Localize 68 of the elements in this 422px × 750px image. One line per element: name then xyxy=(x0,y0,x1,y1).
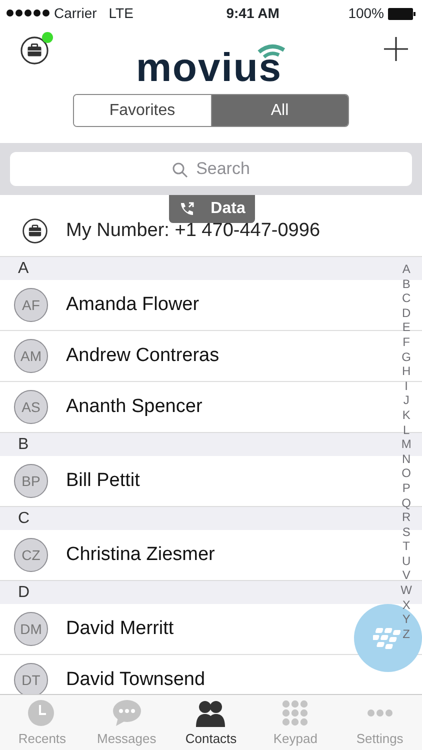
contact-name: Christina Ziesmer xyxy=(66,542,215,567)
people-icon xyxy=(196,699,226,727)
index-letter[interactable]: G xyxy=(400,350,412,364)
contact-row[interactable]: AS Ananth Spencer xyxy=(0,382,352,432)
logo-icon xyxy=(373,626,403,650)
index-letter[interactable]: I xyxy=(400,378,412,394)
avatar-initials: DM xyxy=(14,612,48,646)
avatar-initials: AF xyxy=(14,288,48,322)
contact-name: Bill Pettit xyxy=(66,468,140,493)
contact-row[interactable]: BP Bill Pettit xyxy=(0,456,352,506)
index-letter[interactable]: C xyxy=(400,291,412,306)
segment-tab[interactable]: All xyxy=(210,95,348,126)
briefcase-icon xyxy=(22,217,48,243)
battery-text: 100% xyxy=(348,4,384,22)
search-field[interactable]: Search xyxy=(10,152,412,186)
tab-bar-item[interactable]: Messages xyxy=(84,695,169,750)
index-letter[interactable]: H xyxy=(400,364,412,379)
index-letter[interactable]: J xyxy=(400,393,412,408)
tab-bar-item[interactable]: Keypad xyxy=(253,695,338,750)
index-letter[interactable]: A xyxy=(400,262,412,277)
avatar-initials: CZ xyxy=(14,538,48,572)
keypad-icon xyxy=(280,699,310,727)
avatar-initials: AS xyxy=(14,390,48,424)
add-button[interactable] xyxy=(383,36,409,62)
index-letter[interactable]: O xyxy=(400,466,412,481)
tab-bar-item[interactable]: Contacts xyxy=(168,695,254,750)
index-letter[interactable]: W xyxy=(400,583,412,598)
dots-icon xyxy=(364,709,395,717)
index-letter[interactable]: B xyxy=(400,276,412,292)
contact-row[interactable]: CZ Christina Ziesmer xyxy=(0,530,352,580)
contact-name: Ananth Spencer xyxy=(66,394,202,419)
index-letter[interactable]: U xyxy=(400,554,412,568)
carrier-text: Carrier xyxy=(54,4,97,22)
signal-icon xyxy=(6,9,50,17)
chat-bubble-icon xyxy=(112,699,142,727)
index-letter[interactable]: Y xyxy=(400,612,412,627)
avatar-initials: DT xyxy=(14,663,48,694)
index-letter[interactable]: Q xyxy=(400,496,412,510)
index-letter[interactable]: P xyxy=(400,480,412,496)
tab-bar-item[interactable]: Settings xyxy=(338,695,422,750)
contact-name: Andrew Contreras xyxy=(66,344,220,368)
index-letter[interactable]: Z xyxy=(400,626,412,642)
data-badge: Data xyxy=(169,195,255,223)
index-letter[interactable]: T xyxy=(400,539,412,554)
index-letter[interactable]: M xyxy=(400,437,412,452)
contact-row[interactable]: AM Andrew Contreras xyxy=(0,331,352,381)
index-letter[interactable]: E xyxy=(400,320,412,335)
tab-bar-item[interactable]: Recents xyxy=(0,695,84,750)
logo: movius xyxy=(136,40,286,88)
index-letter[interactable]: X xyxy=(400,598,412,612)
contact-name: Amanda Flower xyxy=(66,292,200,317)
index-letter[interactable]: S xyxy=(400,524,412,540)
time-text: 9:41 AM xyxy=(226,4,280,22)
index-letter[interactable]: R xyxy=(400,510,412,525)
contact-name: David Merritt xyxy=(66,616,174,641)
index-letter[interactable]: K xyxy=(400,408,412,423)
avatar-initials: AM xyxy=(14,339,48,373)
phone-icon xyxy=(178,201,195,217)
contact-name: David Townsend xyxy=(66,668,206,692)
index-letter[interactable]: L xyxy=(400,422,412,438)
index-letter[interactable]: D xyxy=(400,306,412,320)
index-letter[interactable]: F xyxy=(400,334,412,350)
index-letter[interactable]: V xyxy=(400,568,412,584)
index-letter[interactable]: N xyxy=(400,452,412,466)
network-text: LTE xyxy=(108,4,134,22)
contact-row[interactable]: DM David Merritt xyxy=(0,604,352,654)
avatar-initials: BP xyxy=(14,464,48,498)
contact-row[interactable]: AF Amanda Flower xyxy=(0,280,352,330)
